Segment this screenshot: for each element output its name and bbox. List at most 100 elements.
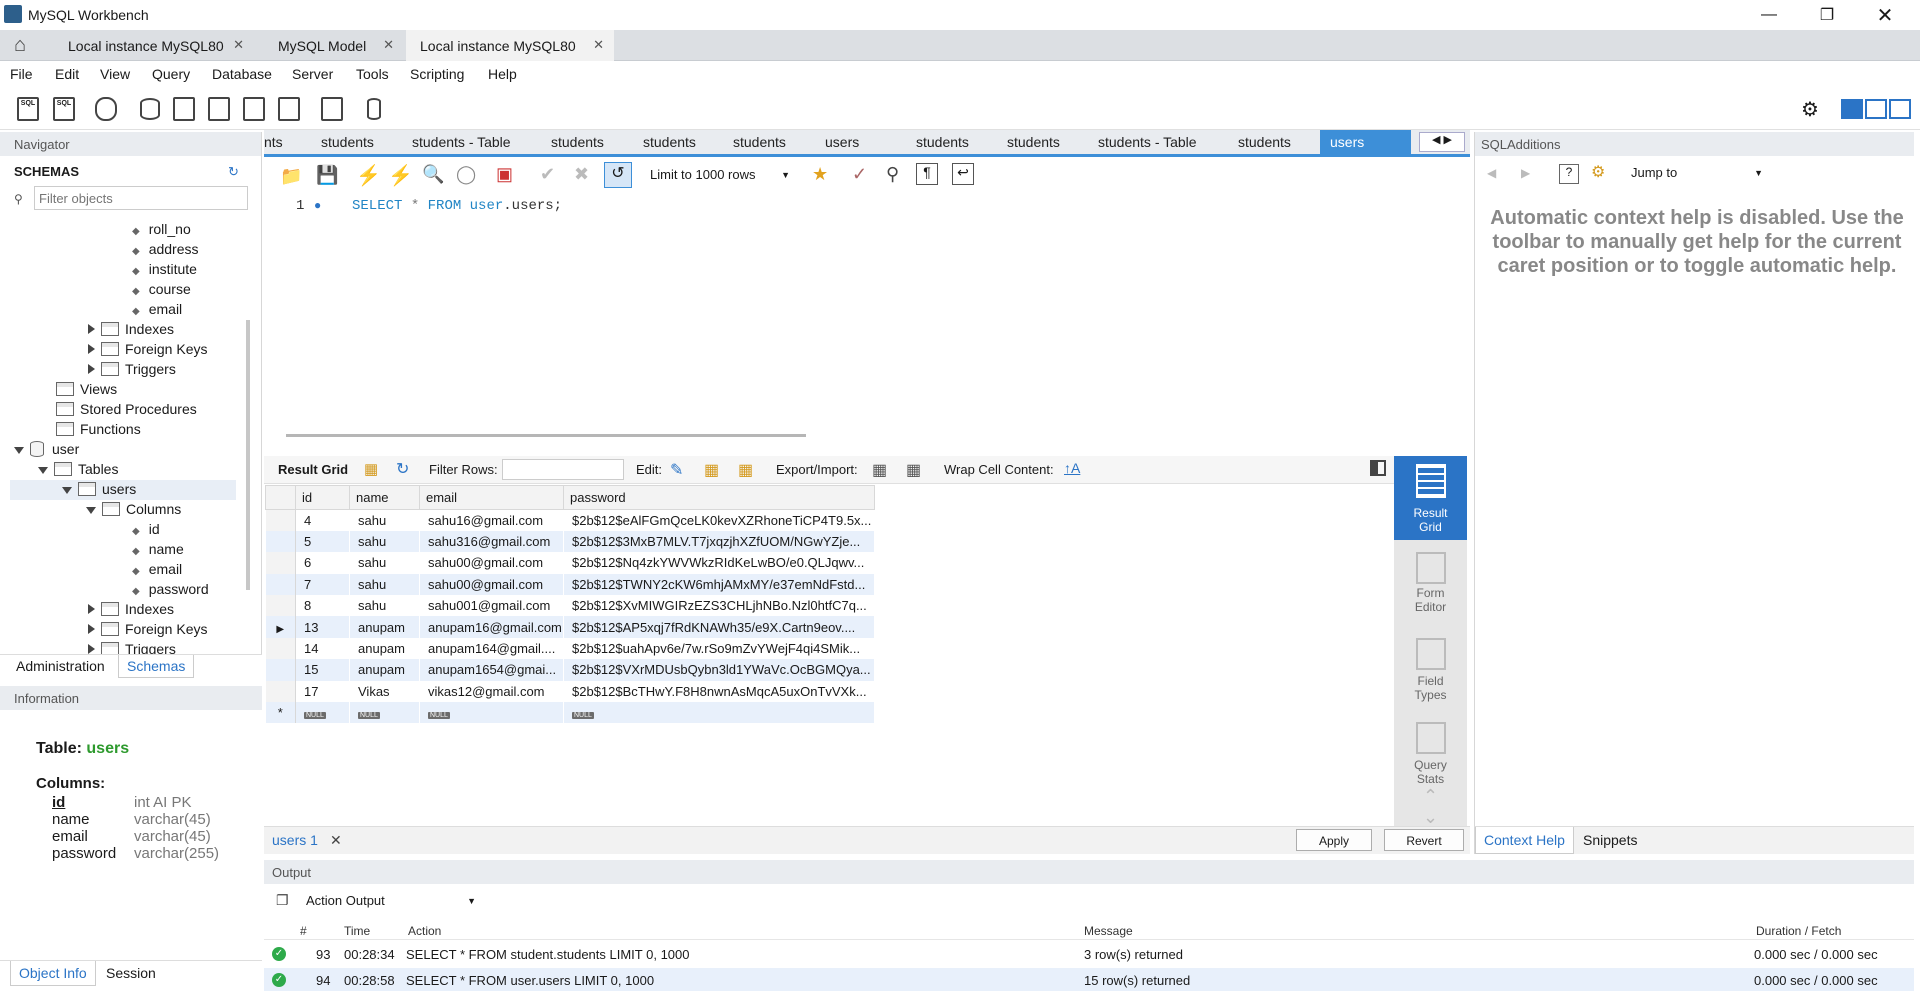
- manual-help-icon[interactable]: ?: [1559, 164, 1579, 184]
- menu-scripting[interactable]: Scripting: [410, 66, 464, 82]
- refresh-icon[interactable]: ↻: [228, 164, 239, 180]
- row-marker[interactable]: [265, 509, 296, 531]
- execute-icon[interactable]: ⚡: [356, 163, 381, 188]
- cell-name[interactable]: sahu: [349, 573, 420, 596]
- column-header-email[interactable]: email: [419, 485, 564, 510]
- filter-objects-input[interactable]: [34, 186, 248, 210]
- row-marker[interactable]: [265, 637, 296, 660]
- result-tab-users-1[interactable]: users 1: [272, 832, 318, 848]
- menu-server[interactable]: Server: [292, 66, 333, 82]
- cell-email[interactable]: anupam164@gmail....: [419, 637, 564, 660]
- row-marker[interactable]: [265, 659, 296, 681]
- table-row[interactable]: 4 sahu sahu16@gmail.com $2b$12$eAlFGmQceLK0…: [265, 509, 875, 531]
- tree-item[interactable]: ◆ roll_no: [132, 221, 191, 237]
- cell-name[interactable]: anupam: [349, 637, 420, 660]
- editor-tab[interactable]: nts: [264, 134, 283, 150]
- cell-id[interactable]: 15: [295, 659, 350, 681]
- cell-name[interactable]: anupam: [349, 659, 420, 681]
- tree-item-indexes[interactable]: Indexes: [88, 321, 174, 337]
- cell-id[interactable]: 14: [295, 637, 350, 660]
- cell-id[interactable]: 5: [295, 530, 350, 553]
- sql-code-line[interactable]: SELECT * FROM user.users;: [352, 198, 562, 214]
- table-row[interactable]: 14 anupam anupam164@gmail.... $2b$12$uahApv…: [265, 637, 875, 660]
- collapse-icon[interactable]: [62, 487, 72, 494]
- account-icon[interactable]: ⚙: [1796, 95, 1824, 123]
- find-icon[interactable]: ⚲: [886, 164, 899, 185]
- cell-email[interactable]: anupam16@gmail.com: [419, 616, 564, 638]
- home-tab[interactable]: ⌂: [0, 30, 50, 61]
- cell-password[interactable]: NULL: [563, 702, 875, 724]
- forward-icon[interactable]: ▶: [1521, 166, 1530, 180]
- toggle-side-panel-icon[interactable]: [1370, 460, 1386, 476]
- table-row[interactable]: 6 sahu sahu00@gmail.com $2b$12$Nq4zkYWVWkzR…: [265, 552, 875, 574]
- tree-item[interactable]: ◆ institute: [132, 261, 197, 277]
- limit-rows-select[interactable]: Limit to 1000 rows ▼: [644, 164, 796, 185]
- autocommit-icon[interactable]: ↺: [604, 162, 632, 188]
- table-row[interactable]: 7 sahu sahu00@gmail.com $2b$12$TWNY2cKW6mhj…: [265, 573, 875, 596]
- cell-email[interactable]: NULL: [419, 702, 564, 724]
- beautify-icon[interactable]: ✓: [852, 164, 867, 185]
- menu-view[interactable]: View: [100, 66, 130, 82]
- editor-tab[interactable]: students: [733, 134, 786, 150]
- tab-local-instance-1[interactable]: Local instance MySQL80 ✕: [54, 30, 254, 61]
- invisible-chars-icon[interactable]: ¶: [916, 163, 938, 185]
- result-grid[interactable]: id name email password 4 sahu sahu16@gmail…: [265, 485, 875, 724]
- cell-password[interactable]: $2b$12$VXrMDUsbQybn3ld1YWaVc.OcBGMQya...: [563, 659, 875, 681]
- tree-item[interactable]: ◆ password: [132, 581, 209, 597]
- inspector-icon[interactable]: [92, 95, 120, 123]
- editor-tab[interactable]: students: [321, 134, 374, 150]
- restore-button[interactable]: ❐: [1798, 0, 1856, 30]
- row-marker[interactable]: [265, 552, 296, 574]
- import-icon[interactable]: ▦: [906, 460, 921, 480]
- close-tab-icon[interactable]: ✕: [593, 37, 604, 53]
- refresh-icon[interactable]: ↻: [396, 459, 409, 479]
- tree-item[interactable]: ◆ email: [132, 301, 182, 317]
- column-header-password[interactable]: password: [563, 485, 875, 510]
- editor-tab-active[interactable]: users✕: [1320, 130, 1441, 154]
- tab-session[interactable]: Session: [106, 965, 156, 981]
- editor-tab[interactable]: students - Table: [412, 134, 511, 150]
- expand-icon[interactable]: [88, 604, 95, 614]
- close-result-icon[interactable]: ✕: [330, 832, 342, 849]
- collapse-icon[interactable]: [38, 467, 48, 474]
- create-function-icon[interactable]: [275, 95, 303, 123]
- tree-item-columns[interactable]: Columns: [86, 501, 181, 517]
- menu-edit[interactable]: Edit: [55, 66, 79, 82]
- tree-item-tables[interactable]: Tables: [38, 461, 118, 477]
- tab-administration[interactable]: Administration: [16, 658, 105, 674]
- cell-id[interactable]: 8: [295, 595, 350, 617]
- cell-password[interactable]: $2b$12$AP5xqj7fRdKNAWh35/e9X.Cartn9eov..…: [563, 616, 875, 638]
- output-mode-select[interactable]: Action Output ▼: [300, 890, 482, 911]
- revert-button[interactable]: Revert: [1384, 829, 1464, 851]
- cell-password[interactable]: $2b$12$XvMIWGIRzEZS3CHLjhNBo.Nzl0htfC7q.…: [563, 595, 875, 617]
- editor-tab[interactable]: users: [825, 134, 859, 150]
- cell-password[interactable]: $2b$12$uahApv6e/7w.rSo9mZvYWejF4qi4SMik.…: [563, 637, 875, 660]
- side-form-editor[interactable]: Form Editor: [1394, 548, 1467, 626]
- save-icon[interactable]: 💾: [316, 165, 338, 186]
- explain-icon[interactable]: 🔍: [422, 164, 444, 185]
- cell-name[interactable]: Vikas: [349, 680, 420, 703]
- back-icon[interactable]: ◀: [1487, 166, 1496, 180]
- row-marker[interactable]: [265, 595, 296, 617]
- sql-editor[interactable]: 1 ● SELECT * FROM user.users;: [264, 192, 1470, 437]
- tree-item-foreign-keys[interactable]: Foreign Keys: [88, 621, 207, 637]
- cell-password[interactable]: $2b$12$eAlFGmQceLK0kevXZRhoneTiCP4T9.5x.…: [563, 509, 875, 531]
- expand-icon[interactable]: [88, 644, 95, 654]
- tree-item-stored-procedures[interactable]: Stored Procedures: [56, 401, 197, 417]
- close-tab-icon[interactable]: ✕: [383, 37, 394, 53]
- create-table-icon[interactable]: [170, 95, 198, 123]
- open-file-icon[interactable]: 📁: [280, 166, 302, 187]
- expand-icon[interactable]: [88, 324, 95, 334]
- menu-query[interactable]: Query: [152, 66, 190, 82]
- filter-rows-input[interactable]: [502, 459, 624, 480]
- table-row[interactable]: 5 sahu sahu316@gmail.com $2b$12$3MxB7MLV.T7…: [265, 530, 875, 553]
- expand-icon[interactable]: [88, 364, 95, 374]
- tree-item[interactable]: ◆ course: [132, 281, 191, 297]
- edit-row-icon[interactable]: ✎: [670, 460, 683, 480]
- editor-tab[interactable]: students: [643, 134, 696, 150]
- tree-item-foreign-keys[interactable]: Foreign Keys: [88, 341, 207, 357]
- execute-current-icon[interactable]: ⚡: [388, 163, 413, 188]
- cell-email[interactable]: vikas12@gmail.com: [419, 680, 564, 703]
- auto-help-icon[interactable]: ⚙: [1591, 162, 1605, 182]
- create-schema-icon[interactable]: [136, 95, 164, 123]
